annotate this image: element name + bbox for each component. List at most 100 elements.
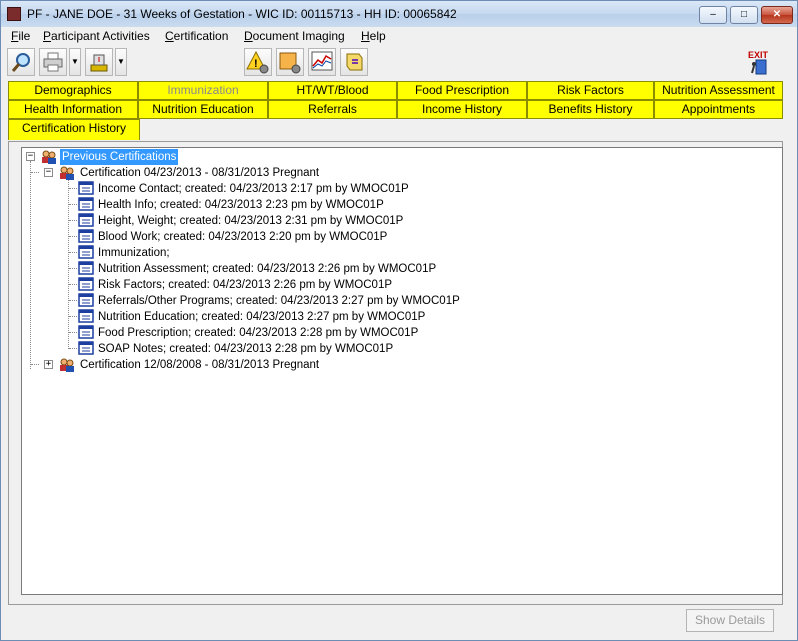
menu-bar: File Participant Activities Certificatio… bbox=[1, 27, 797, 45]
tree-connector bbox=[30, 161, 31, 369]
magnifier-icon bbox=[11, 53, 30, 72]
people-icon bbox=[60, 166, 74, 180]
exit-button[interactable]: EXIT bbox=[746, 48, 774, 76]
app-icon bbox=[7, 7, 21, 21]
tree-node-label: Immunization; bbox=[98, 247, 170, 259]
menu-mnemonic: C bbox=[165, 29, 174, 43]
certification-tree[interactable]: − Previous Certifications − Certificatio… bbox=[21, 147, 783, 595]
search-button[interactable] bbox=[7, 48, 35, 76]
document-button[interactable] bbox=[340, 48, 368, 76]
tree-node-label: Health Info; created: 04/23/2013 2:23 pm… bbox=[98, 199, 384, 211]
tree-node-label: Height, Weight; created: 04/23/2013 2:31… bbox=[98, 215, 404, 227]
form-icon bbox=[78, 277, 94, 291]
tree-root-previous-certifications[interactable]: Previous Certifications bbox=[60, 149, 179, 165]
alert-gear-icon: ! bbox=[246, 50, 269, 74]
tree-connector bbox=[69, 252, 77, 253]
tree-connector bbox=[31, 172, 39, 173]
tab-benefits-history[interactable]: Benefits History bbox=[527, 100, 654, 119]
scale-icon bbox=[90, 54, 108, 72]
people-icon bbox=[42, 150, 56, 164]
collapse-toggle[interactable]: − bbox=[26, 152, 35, 161]
menu-mnemonic: D bbox=[244, 29, 253, 43]
tab-nutrition-education[interactable]: Nutrition Education bbox=[138, 100, 268, 119]
form-icon bbox=[78, 213, 94, 227]
main-window: PF - JANE DOE - 31 Weeks of Gestation - … bbox=[0, 0, 798, 641]
tab-demographics[interactable]: Demographics bbox=[8, 81, 138, 100]
tree-node-label: Nutrition Assessment; created: 04/23/201… bbox=[98, 263, 437, 275]
form-icon bbox=[78, 245, 94, 259]
tab-income-history[interactable]: Income History bbox=[397, 100, 527, 119]
tree-connector bbox=[69, 332, 77, 333]
print-dropdown[interactable]: ▼ bbox=[69, 48, 81, 76]
tree-connector bbox=[69, 316, 77, 317]
menu-document-imaging[interactable]: Document Imaging bbox=[244, 29, 345, 43]
toolbar: ▼ ▼ ! EXIT bbox=[1, 45, 797, 81]
alert-button[interactable]: ! bbox=[244, 48, 272, 76]
tab-certification-history[interactable]: Certification History bbox=[8, 119, 140, 140]
tree-item-income-contact[interactable]: Income Contact; created: 04/23/2013 2:17… bbox=[96, 181, 411, 197]
notes-button[interactable] bbox=[276, 48, 304, 76]
tree-node-label: Certification 04/23/2013 - 08/31/2013 Pr… bbox=[80, 167, 320, 179]
menu-label: ocument Imaging bbox=[252, 29, 345, 43]
tree-connector bbox=[69, 220, 77, 221]
tree-node-label: Certification 12/08/2008 - 08/31/2013 Pr… bbox=[80, 359, 320, 371]
tree-node-label: Nutrition Education; created: 04/23/2013… bbox=[98, 311, 426, 323]
tree-connector bbox=[69, 236, 77, 237]
tree-item-blood-work[interactable]: Blood Work; created: 04/23/2013 2:20 pm … bbox=[96, 229, 389, 245]
menu-label: ertification bbox=[173, 29, 229, 43]
print-button[interactable] bbox=[39, 48, 67, 76]
tab-ht-wt-blood[interactable]: HT/WT/Blood bbox=[268, 81, 397, 100]
tree-connector bbox=[69, 188, 77, 189]
tree-item-nutrition-education[interactable]: Nutrition Education; created: 04/23/2013… bbox=[96, 309, 427, 325]
tree-node-certification[interactable]: Certification 04/23/2013 - 08/31/2013 Pr… bbox=[78, 165, 321, 181]
tab-immunization[interactable]: Immunization bbox=[138, 81, 268, 100]
form-icon bbox=[78, 341, 94, 355]
tree-item-immunization[interactable]: Immunization; bbox=[96, 245, 172, 261]
tab-content-panel: − Previous Certifications − Certificatio… bbox=[8, 141, 783, 605]
tab-strip: Demographics Immunization HT/WT/Blood Fo… bbox=[8, 81, 783, 141]
tree-item-food-prescription[interactable]: Food Prescription; created: 04/23/2013 2… bbox=[96, 325, 420, 341]
minimize-button[interactable]: – bbox=[699, 6, 727, 24]
tree-item-risk-factors[interactable]: Risk Factors; created: 04/23/2013 2:26 p… bbox=[96, 277, 394, 293]
tab-health-information[interactable]: Health Information bbox=[8, 100, 138, 119]
menu-certification[interactable]: Certification bbox=[165, 29, 228, 43]
window-title: PF - JANE DOE - 31 Weeks of Gestation - … bbox=[27, 7, 457, 21]
tree-node-label: Income Contact; created: 04/23/2013 2:17… bbox=[98, 183, 409, 195]
tree-item-referrals[interactable]: Referrals/Other Programs; created: 04/23… bbox=[96, 293, 462, 309]
tab-risk-factors[interactable]: Risk Factors bbox=[527, 81, 654, 100]
tree-node-label: SOAP Notes; created: 04/23/2013 2:28 pm … bbox=[98, 343, 394, 355]
collapse-toggle[interactable]: − bbox=[44, 168, 53, 177]
maximize-button[interactable]: □ bbox=[730, 6, 758, 24]
tab-appointments[interactable]: Appointments bbox=[654, 100, 783, 119]
scale-dropdown[interactable]: ▼ bbox=[115, 48, 127, 76]
close-button[interactable]: ✕ bbox=[761, 6, 793, 24]
tree-item-height-weight[interactable]: Height, Weight; created: 04/23/2013 2:31… bbox=[96, 213, 405, 229]
tree-item-nutrition-assessment[interactable]: Nutrition Assessment; created: 04/23/201… bbox=[96, 261, 438, 277]
tree-node-label: Blood Work; created: 04/23/2013 2:20 pm … bbox=[98, 231, 388, 243]
scale-button[interactable] bbox=[85, 48, 113, 76]
tree-connector bbox=[69, 268, 77, 269]
form-icon bbox=[78, 181, 94, 195]
menu-file[interactable]: File bbox=[11, 29, 30, 43]
scroll-icon bbox=[346, 53, 363, 71]
growth-chart-button[interactable] bbox=[308, 48, 336, 76]
tree-connector bbox=[69, 348, 77, 349]
tree-node-label: Previous Certifications bbox=[60, 149, 179, 165]
tab-food-prescription[interactable]: Food Prescription bbox=[397, 81, 527, 100]
tree-item-soap-notes[interactable]: SOAP Notes; created: 04/23/2013 2:28 pm … bbox=[96, 341, 395, 357]
menu-participant-activities[interactable]: Participant Activities bbox=[43, 29, 150, 43]
menu-label: articipant Activities bbox=[51, 29, 150, 43]
show-details-button[interactable]: Show Details bbox=[686, 609, 774, 632]
tree-node-label: Referrals/Other Programs; created: 04/23… bbox=[98, 295, 460, 307]
printer-icon bbox=[43, 52, 63, 72]
tab-referrals[interactable]: Referrals bbox=[268, 100, 397, 119]
tree-item-health-info[interactable]: Health Info; created: 04/23/2013 2:23 pm… bbox=[96, 197, 386, 213]
tree-connector bbox=[31, 364, 39, 365]
tree-connector bbox=[69, 204, 77, 205]
tree-node-certification[interactable]: Certification 12/08/2008 - 08/31/2013 Pr… bbox=[78, 357, 321, 373]
expand-toggle[interactable]: + bbox=[44, 360, 53, 369]
tab-nutrition-assessment[interactable]: Nutrition Assessment bbox=[654, 81, 783, 100]
menu-help[interactable]: Help bbox=[361, 29, 386, 43]
title-bar[interactable]: PF - JANE DOE - 31 Weeks of Gestation - … bbox=[1, 1, 797, 27]
menu-mnemonic: P bbox=[43, 29, 52, 43]
